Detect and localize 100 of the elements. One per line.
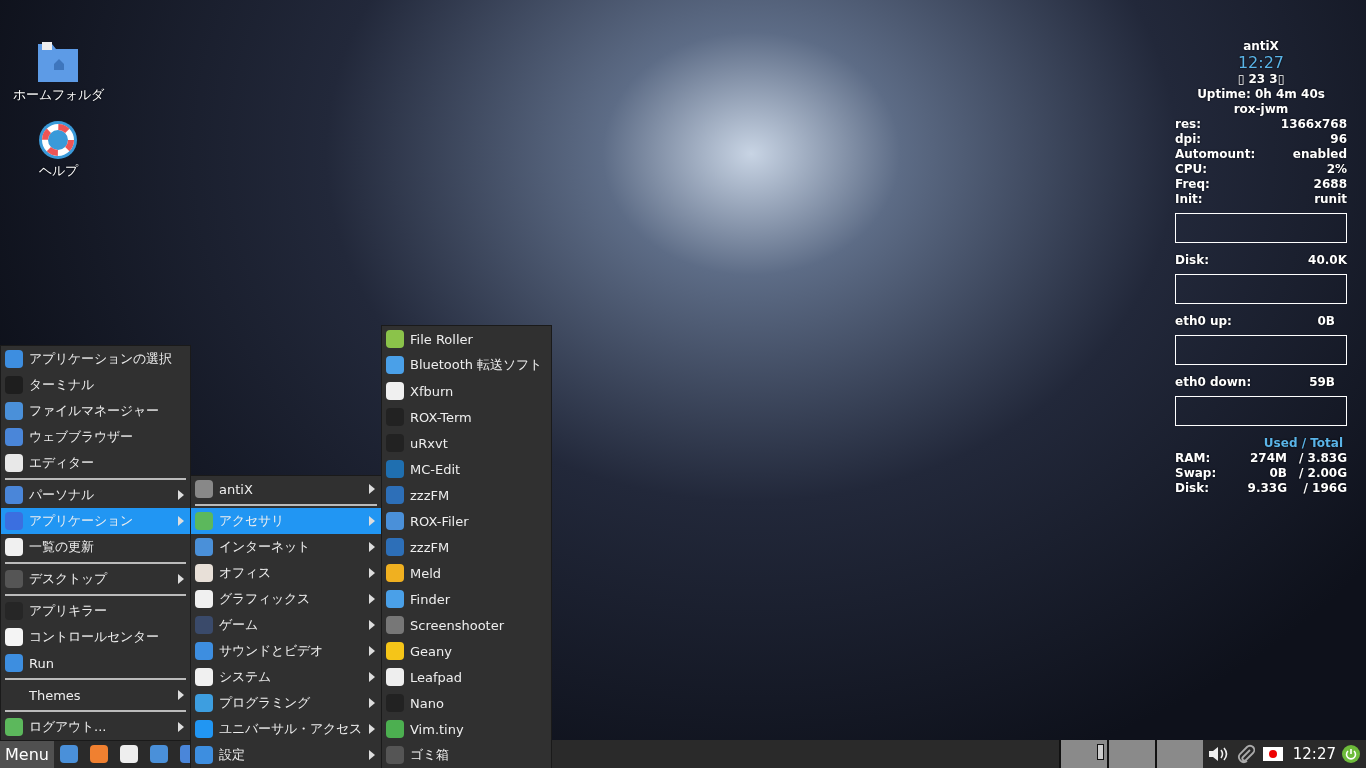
submenu-arrow-icon [369,568,375,578]
paperclip-icon[interactable] [1236,744,1255,764]
memory-used: 9.33G [1246,481,1287,496]
menu-item[interactable]: ゲーム [191,612,381,638]
conky-date: ▯ 23 3▯ [1236,72,1286,87]
menu-item[interactable]: Themes [1,682,190,708]
menu-item[interactable]: Meld [382,560,551,586]
menu-item[interactable]: サウンドとビデオ [191,638,381,664]
monitor-value: 40.0K [1308,253,1347,268]
app-icon [386,512,404,530]
app-icon [5,486,23,504]
menu-item[interactable]: デスクトップ [1,566,190,592]
app-icon [386,642,404,660]
menu-item[interactable]: プログラミング [191,690,381,716]
menu-item[interactable]: Finder [382,586,551,612]
conky-uptime: Uptime: 0h 4m 40s [1196,87,1326,102]
taskbar-clock[interactable]: 12:27 [1292,745,1336,763]
workspace[interactable] [1154,740,1203,768]
submenu-arrow-icon [369,620,375,630]
menu-item[interactable]: ターミナル [1,372,190,398]
memory-total: / 3.83G [1297,451,1347,466]
menu-item[interactable]: オフィス [191,560,381,586]
window-thumbnail [1096,744,1104,760]
menu-item[interactable]: 一覧の更新 [1,534,190,560]
submenu-arrow-icon [369,516,375,526]
submenu-arrow-icon [178,722,184,732]
menu-item[interactable]: uRxvt [382,430,551,456]
stat-value: 96 [1330,132,1347,147]
app-icon [386,382,404,400]
flag-icon[interactable] [1262,747,1283,761]
stat-label: Freq: [1175,177,1210,192]
stat-label: Init: [1175,192,1203,207]
app-icon [5,350,23,368]
menu-item[interactable]: ユニバーサル・アクセス [191,716,381,742]
menu-item[interactable]: ROX-Filer [382,508,551,534]
stat-value: 1366x768 [1280,117,1347,132]
menu-item[interactable]: ファイルマネージャー [1,398,190,424]
app-icon [195,746,213,764]
conky-title: antiX [1242,39,1280,54]
menu-item[interactable]: antiX [191,476,381,502]
stat-label: Automount: [1175,147,1256,162]
desktop-icon-label[interactable]: ホームフォルダ [12,86,104,104]
menu-item[interactable]: Nano [382,690,551,716]
menu-item[interactable]: ウェブブラウザー [1,424,190,450]
menu-item[interactable]: コントロールセンター [1,624,190,650]
app-icon [195,590,213,608]
monitor-label: eth0 up: [1175,314,1232,329]
menu-item[interactable]: Xfburn [382,378,551,404]
stat-value: enabled [1292,147,1347,162]
app-icon [386,746,404,764]
menu-item[interactable]: Geany [382,638,551,664]
menu-item[interactable]: グラフィックス [191,586,381,612]
app-icon [195,616,213,634]
stat-label: dpi: [1175,132,1202,147]
menu-item[interactable]: ROX-Term [382,404,551,430]
launcher-icon[interactable] [89,745,108,763]
menu-button[interactable]: Menu [0,740,54,768]
app-icon [5,538,23,556]
app-icon [195,538,213,556]
menu-item[interactable]: ログアウト... [1,714,190,740]
stat-label: res: [1175,117,1201,132]
menu-item[interactable]: エディター [1,450,190,476]
menu-item[interactable]: zzzFM [382,534,551,560]
volume-icon[interactable] [1206,745,1229,763]
app-icon [386,616,404,634]
submenu-arrow-icon [369,484,375,494]
menu-item[interactable]: Leafpad [382,664,551,690]
menu-item[interactable]: File Roller [382,326,551,352]
menu-item[interactable]: Bluetooth 転送ソフト [382,352,551,378]
menu-item[interactable]: MC-Edit [382,456,551,482]
power-icon[interactable] [1342,745,1360,763]
menu-item[interactable]: パーソナル [1,482,190,508]
app-icon [195,512,213,530]
menu-item[interactable]: 設定 [191,742,381,768]
monitor-label: eth0 down: [1175,375,1252,390]
conky-wm: rox-jwm [1232,102,1290,117]
menu-item[interactable]: ゴミ箱 [382,742,551,768]
app-icon [386,486,404,504]
workspace[interactable] [1106,740,1155,768]
menu-item[interactable]: Vim.tiny [382,716,551,742]
stat-value: 2% [1326,162,1347,177]
launcher-icon[interactable] [119,745,138,763]
menu-item[interactable]: インターネット [191,534,381,560]
app-icon [386,330,404,348]
app-icon [386,590,404,608]
workspace[interactable] [1058,740,1107,768]
menu-item[interactable]: アプリキラー [1,598,190,624]
memory-total: / 2.00G [1297,466,1347,481]
app-icon [5,454,23,472]
menu-item[interactable]: Run [1,650,190,676]
desktop-icon-label[interactable]: ヘルプ [38,162,78,180]
menu-item[interactable]: zzzFM [382,482,551,508]
app-icon [5,570,23,588]
menu-item[interactable]: Screenshooter [382,612,551,638]
app-icon [195,668,213,686]
app-icon [5,654,23,672]
menu-item[interactable]: システム [191,664,381,690]
menu-item[interactable]: アプリケーションの選択 [1,346,190,372]
memory-label: Disk: [1175,481,1210,496]
app-icon [195,480,213,498]
